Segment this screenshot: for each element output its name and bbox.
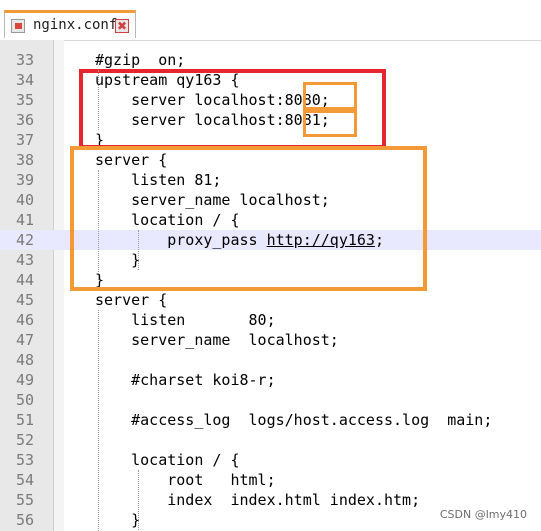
code-line[interactable]: 45 server { <box>0 290 541 310</box>
line-number: 33 <box>15 51 34 69</box>
line-number: 34 <box>15 71 34 89</box>
code-text: #gzip on; <box>95 51 186 69</box>
line-number: 35 <box>15 91 34 109</box>
line-number: 48 <box>15 351 34 369</box>
line-number: 46 <box>15 311 34 329</box>
tab-bar: nginx.conf ✖ <box>0 0 541 41</box>
code-line[interactable]: 54 root html; <box>0 470 541 490</box>
line-number: 39 <box>15 171 34 189</box>
code-line[interactable]: 49 #charset koi8-r; <box>0 370 541 390</box>
code-line[interactable]: 52 <box>0 430 541 450</box>
close-icon[interactable]: ✖ <box>115 19 129 33</box>
line-number: 56 <box>15 511 34 529</box>
server-block-highlight-box <box>70 146 427 291</box>
code-line[interactable]: 50 <box>0 390 541 410</box>
code-text: #charset koi8-r; <box>95 371 276 389</box>
code-text: index index.html index.htm; <box>95 491 421 509</box>
indent-guide <box>98 310 100 531</box>
line-number: 45 <box>15 291 34 309</box>
code-line[interactable]: 48 <box>0 350 541 370</box>
code-text: server_name localhost; <box>95 331 339 349</box>
port-8081-highlight-box <box>303 107 357 137</box>
code-text: } <box>95 511 141 529</box>
line-number: 49 <box>15 371 34 389</box>
line-number: 53 <box>15 451 34 469</box>
code-line[interactable]: 33 #gzip on; <box>0 50 541 70</box>
line-number: 38 <box>15 151 34 169</box>
code-line[interactable]: 53 location / { <box>0 450 541 470</box>
code-line[interactable]: 47 server_name localhost; <box>0 330 541 350</box>
code-text: #access_log logs/host.access.log main; <box>95 411 493 429</box>
line-number: 42 <box>15 231 34 249</box>
indent-guide <box>138 230 140 270</box>
line-number: 51 <box>15 411 34 429</box>
line-number: 47 <box>15 331 34 349</box>
tab-title: nginx.conf <box>33 17 118 33</box>
line-number: 52 <box>15 431 34 449</box>
line-number: 40 <box>15 191 34 209</box>
line-number: 36 <box>15 111 34 129</box>
watermark: CSDN @lmy410 <box>439 508 527 521</box>
indent-guide <box>98 170 100 280</box>
line-number: 54 <box>15 471 34 489</box>
line-number: 43 <box>15 251 34 269</box>
line-number: 37 <box>15 131 34 149</box>
tab-nginx-conf[interactable]: nginx.conf ✖ <box>4 10 136 38</box>
line-number: 44 <box>15 271 34 289</box>
code-text: root html; <box>95 471 276 489</box>
code-line[interactable]: 51 #access_log logs/host.access.log main… <box>0 410 541 430</box>
code-line[interactable]: 55 index index.html index.htm; <box>0 490 541 510</box>
file-icon <box>11 19 25 33</box>
code-text: listen 80; <box>95 311 276 329</box>
line-number: 55 <box>15 491 34 509</box>
code-text: server { <box>95 291 168 309</box>
indent-guide <box>98 70 100 130</box>
code-text: location / { <box>95 451 240 469</box>
code-line[interactable]: 46 listen 80; <box>0 310 541 330</box>
line-number: 41 <box>15 211 34 229</box>
indent-guide <box>138 470 140 530</box>
line-number: 50 <box>15 391 34 409</box>
